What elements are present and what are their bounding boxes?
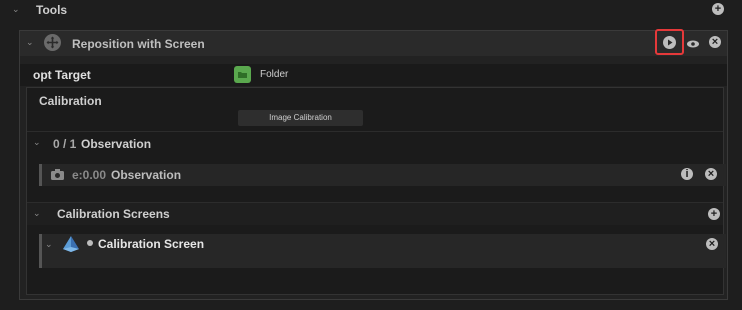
remove-tool-icon[interactable]: ×	[709, 36, 721, 48]
screens-collapse-icon[interactable]: ⌄	[33, 208, 41, 219]
observation-group-title: Observation	[81, 137, 152, 151]
tool-panel: ⌄ Reposition with Screen × opt Target Fo…	[19, 29, 728, 300]
screens-title: Calibration Screens	[57, 207, 170, 221]
observation-count: 0 / 1	[53, 137, 77, 151]
add-tool-icon[interactable]: +	[712, 3, 724, 15]
target-value[interactable]: Folder	[260, 69, 288, 80]
observation-item[interactable]: e:0.00 Observation i ×	[39, 164, 726, 186]
tool-header: ⌄ Reposition with Screen ×	[20, 29, 727, 56]
tools-title: Tools	[36, 3, 68, 17]
calibration-screen-title: Calibration Screen	[98, 237, 205, 251]
calibration-screen-item[interactable]: ⌄ Calibration Screen ×	[39, 234, 726, 268]
status-dot-icon	[87, 240, 93, 246]
observation-collapse-icon[interactable]: ⌄	[33, 137, 41, 148]
tool-collapse-icon[interactable]: ⌄	[26, 37, 34, 48]
observation-error: e:0.00	[72, 168, 107, 182]
screens-header: ⌄ Calibration Screens +	[27, 202, 723, 225]
observation-title: Observation	[111, 168, 182, 182]
tools-header: ⌄ Tools +	[0, 0, 742, 20]
add-screen-icon[interactable]: +	[708, 208, 720, 220]
move-icon	[44, 34, 61, 51]
folder-icon[interactable]	[234, 66, 251, 83]
screen-item-collapse-icon[interactable]: ⌄	[45, 239, 53, 250]
play-icon	[663, 36, 676, 49]
play-button[interactable]	[655, 29, 684, 55]
tools-collapse-icon[interactable]: ⌄	[12, 4, 20, 15]
calibration-title: Calibration	[39, 94, 102, 108]
remove-observation-icon[interactable]: ×	[705, 168, 717, 180]
eye-icon[interactable]	[686, 38, 700, 52]
target-label: opt Target	[33, 68, 91, 82]
tool-name: Reposition with Screen	[72, 37, 205, 51]
observation-group-divider	[27, 131, 723, 132]
info-icon[interactable]: i	[681, 168, 693, 180]
calibration-section: Calibration Image Calibration ⌄ 0 / 1 Ob…	[26, 87, 726, 295]
pyramid-icon	[61, 235, 81, 256]
image-calibration-button[interactable]: Image Calibration	[238, 110, 363, 126]
remove-screen-icon[interactable]: ×	[706, 238, 718, 250]
target-row: opt Target Folder	[20, 64, 727, 86]
camera-icon	[50, 168, 65, 184]
